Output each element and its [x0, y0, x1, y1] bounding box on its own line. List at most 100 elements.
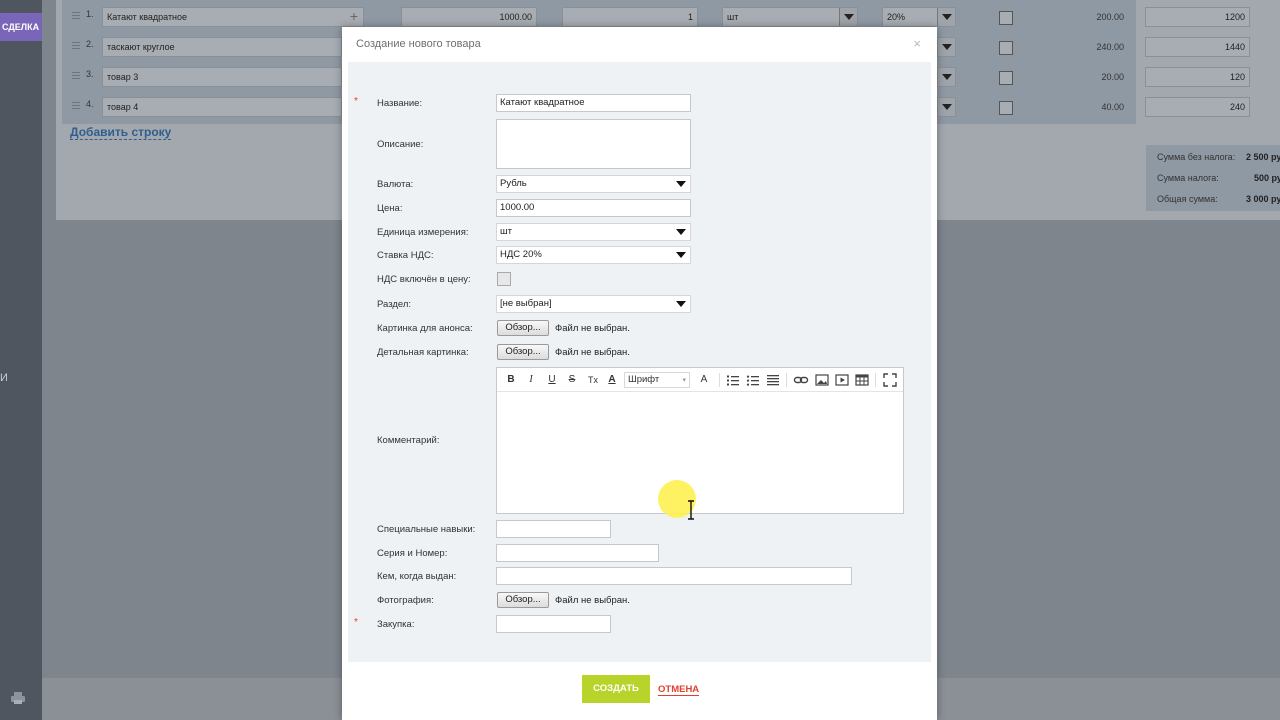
drag-handle-icon[interactable] [72, 42, 80, 49]
issued-label: Кем, когда выдан: [377, 571, 457, 582]
cancel-button[interactable]: ОТМЕНА [658, 684, 700, 696]
photo-file-status: Файл не выбран. [555, 595, 630, 606]
vat-included-checkbox[interactable] [999, 11, 1013, 25]
text-cursor-icon [688, 500, 694, 520]
vat-label: Ставка НДС: [377, 250, 434, 261]
vat-select[interactable] [937, 97, 956, 117]
series-input[interactable] [496, 544, 659, 562]
chevron-down-icon[interactable] [938, 38, 955, 56]
toolbar-separator [719, 373, 720, 387]
section-select[interactable]: [не выбран] [496, 295, 691, 313]
row-total-input[interactable]: 1200 [1145, 7, 1250, 27]
chevron-down-icon[interactable] [839, 8, 857, 26]
chevron-down-icon[interactable] [938, 98, 955, 116]
preview-image-browse-button[interactable]: Обзор... [497, 320, 549, 336]
purchase-input[interactable] [496, 615, 611, 633]
add-icon[interactable]: + [346, 8, 362, 24]
product-name-input[interactable]: товар 4 [102, 97, 342, 117]
quantity-input[interactable]: 1 [562, 7, 698, 27]
chevron-down-icon [676, 252, 686, 258]
add-product-button[interactable]: + [342, 7, 364, 27]
description-label: Описание: [377, 139, 424, 150]
vat-select[interactable]: 20% [882, 7, 956, 27]
unit-select[interactable]: шт [496, 223, 691, 241]
font-family-select[interactable]: Шрифт ▾ [624, 372, 690, 388]
product-name-input[interactable]: таскают круглое [102, 37, 342, 57]
font-size-button[interactable]: A [696, 372, 712, 388]
vat-select[interactable] [937, 37, 956, 57]
toolbar-separator [875, 373, 876, 387]
chevron-down-icon: ▾ [682, 377, 686, 384]
drag-handle-icon[interactable] [72, 102, 80, 109]
font-color-button[interactable]: A [604, 372, 620, 388]
description-textarea[interactable] [496, 119, 691, 169]
detail-image-browse-button[interactable]: Обзор... [497, 344, 549, 360]
italic-button[interactable]: I [523, 372, 539, 388]
fullscreen-icon[interactable] [882, 372, 898, 388]
photo-browse-button[interactable]: Обзор... [497, 592, 549, 608]
vat-included-checkbox[interactable] [999, 71, 1013, 85]
chevron-down-icon[interactable] [938, 68, 955, 86]
row-total-input[interactable]: 120 [1145, 67, 1250, 87]
unit-label: Единица измерения: [377, 227, 469, 238]
skills-input[interactable] [496, 520, 611, 538]
underline-button[interactable]: U [544, 372, 560, 388]
printer-icon[interactable] [11, 692, 25, 704]
photo-label: Фотография: [377, 595, 434, 606]
drag-handle-icon[interactable] [72, 12, 80, 19]
vat-included-checkbox[interactable] [497, 272, 511, 286]
align-icon[interactable] [765, 372, 781, 388]
vat-included-checkbox[interactable] [999, 41, 1013, 55]
close-icon[interactable]: × [913, 36, 921, 51]
unit-select[interactable]: шт [722, 7, 858, 27]
drag-handle-icon[interactable] [72, 72, 80, 79]
chevron-down-icon [676, 301, 686, 307]
video-icon[interactable] [834, 372, 850, 388]
sum-tax-value: 500 ру [1254, 173, 1280, 183]
chevron-down-icon[interactable] [937, 8, 955, 26]
vat-included-checkbox[interactable] [999, 101, 1013, 115]
comment-editor[interactable]: B I U S Tx A Шрифт ▾ A [496, 367, 904, 514]
sum-no-tax-value: 2 500 ру [1246, 152, 1280, 162]
price-input[interactable]: 1000.00 [401, 7, 537, 27]
currency-select[interactable]: Рубль [496, 175, 691, 193]
bullet-list-icon[interactable] [745, 372, 761, 388]
table-row: 1. Катают квадратное +1000.00 1 шт 20% 200.00 1… [68, 3, 1250, 29]
unit-select-value: шт [727, 12, 739, 22]
sum-total-value: 3 000 ру [1246, 194, 1280, 204]
strikethrough-button[interactable]: S [564, 372, 580, 388]
product-name-input[interactable]: товар 3 [102, 67, 342, 87]
link-icon[interactable] [793, 372, 809, 388]
summary-box: Сумма без налога: 2 500 ру Сумма налога:… [1146, 145, 1280, 211]
product-name-input[interactable]: Катают квадратное [102, 7, 364, 27]
name-input[interactable]: Катают квадратное [496, 94, 691, 112]
name-label: Название: [377, 98, 423, 109]
price-input[interactable]: 1000.00 [496, 199, 691, 217]
row-number: 4. [86, 99, 94, 109]
create-button[interactable]: СОЗДАТЬ [582, 675, 650, 703]
currency-label: Валюта: [377, 179, 414, 190]
sidebar-tab-deal[interactable]: СДЕЛКА [0, 13, 42, 41]
ordered-list-icon[interactable] [725, 372, 741, 388]
chevron-down-icon [676, 181, 686, 187]
table-icon[interactable] [854, 372, 870, 388]
sum-no-tax-label: Сумма без налога: [1157, 152, 1236, 162]
image-icon[interactable] [814, 372, 830, 388]
comment-label: Комментарий: [377, 435, 440, 446]
required-marker: * [354, 617, 358, 628]
row-total-input[interactable]: 1440 [1145, 37, 1250, 57]
row-total-input[interactable]: 240 [1145, 97, 1250, 117]
add-row-link[interactable]: Добавить строку [70, 125, 172, 140]
series-label: Серия и Номер: [377, 548, 448, 559]
sum-tax-label: Сумма налога: [1157, 173, 1219, 183]
vat-select[interactable] [937, 67, 956, 87]
tax-sum: 40.00 [1101, 102, 1124, 112]
issued-input[interactable] [496, 567, 852, 585]
tax-sum: 200.00 [1096, 12, 1124, 22]
sum-total-label: Общая сумма: [1157, 194, 1218, 204]
vat-select[interactable]: НДС 20% [496, 246, 691, 264]
font-family-value: Шрифт [628, 374, 660, 385]
tax-sum: 20.00 [1101, 72, 1124, 82]
bold-button[interactable]: B [503, 372, 519, 388]
clear-format-button[interactable]: Tx [585, 372, 601, 388]
